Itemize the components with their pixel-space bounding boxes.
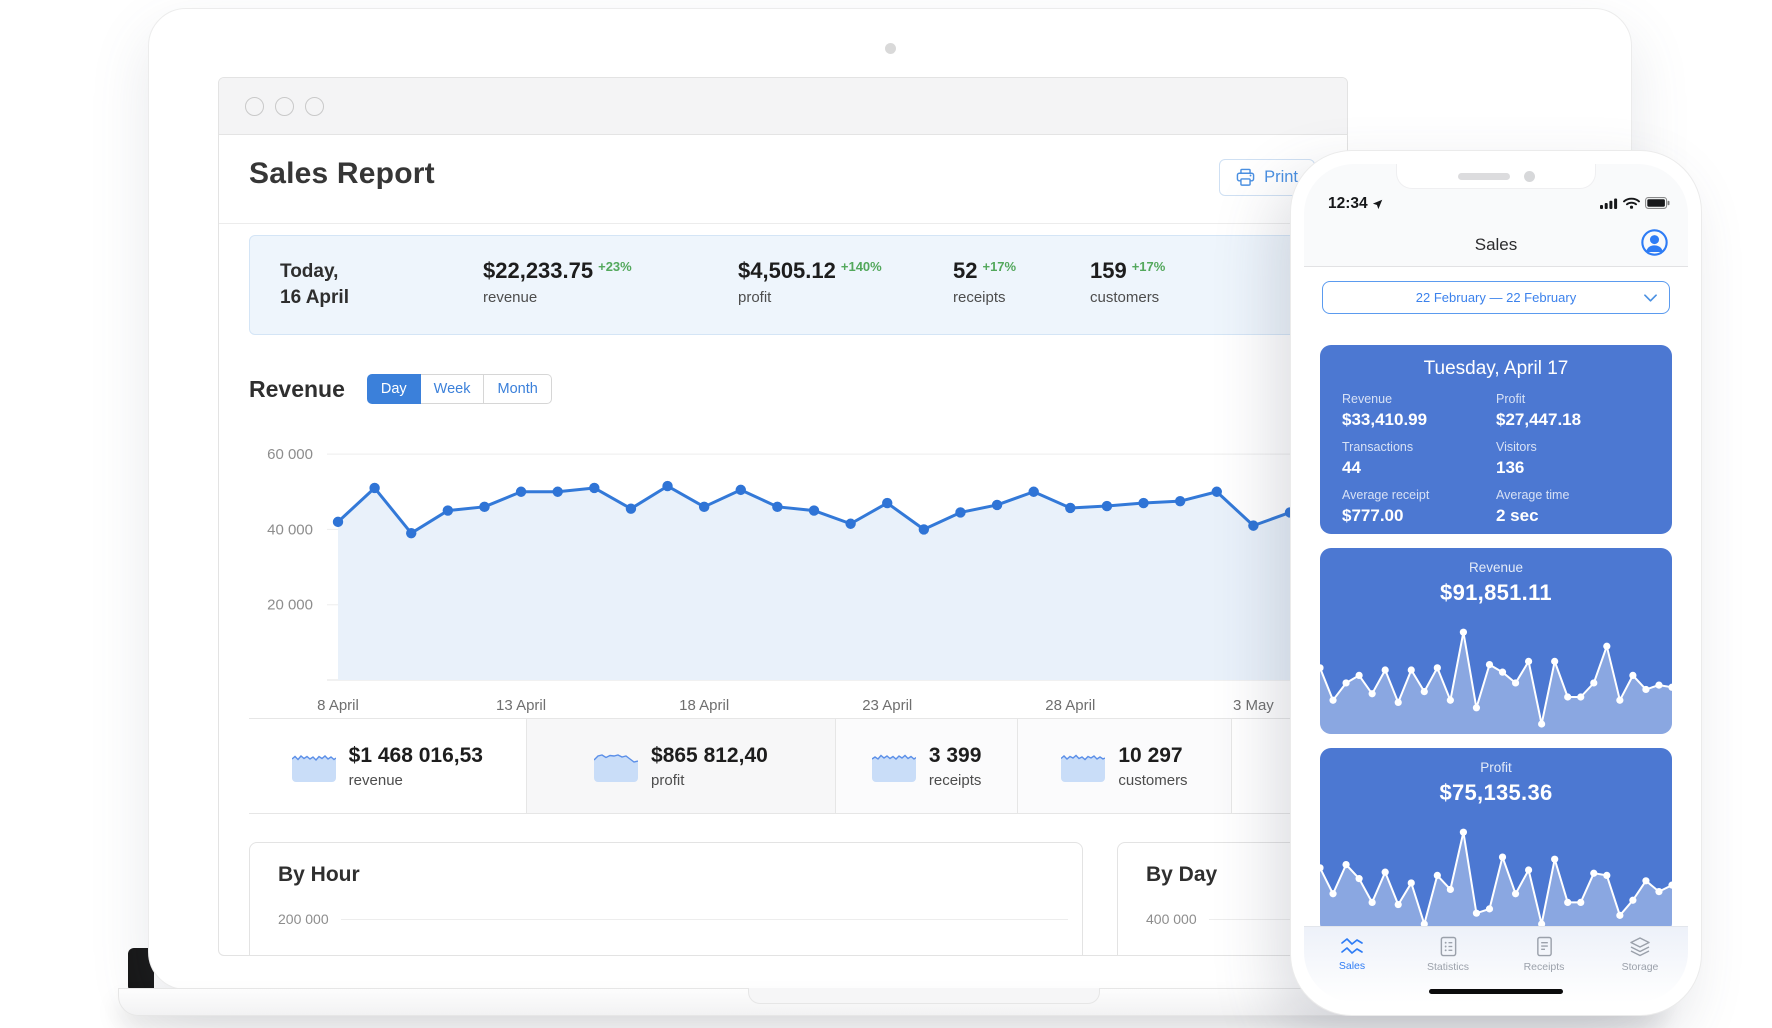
chevron-down-icon bbox=[1644, 294, 1657, 302]
by-hour-card: By Hour 200 000 bbox=[249, 842, 1083, 955]
today-stat-revenue: $22,233.75 +23% revenue bbox=[483, 258, 632, 306]
phone-profit-label: Profit bbox=[1480, 760, 1512, 775]
daily-summary-card: Tuesday, April 17 Revenue $33,410.99 Pro… bbox=[1320, 345, 1672, 534]
revenue-title: Revenue bbox=[249, 375, 345, 402]
svg-text:23 April: 23 April bbox=[862, 697, 912, 714]
today-date: Today, 16 April bbox=[280, 261, 349, 308]
by-hour-axis: 200 000 bbox=[278, 911, 1068, 927]
total-receipts[interactable]: 3 399 receipts bbox=[835, 719, 1018, 813]
sparkline-icon bbox=[594, 754, 639, 782]
storage-layers-icon bbox=[1630, 937, 1650, 957]
phone-revenue-chart bbox=[1320, 628, 1672, 734]
summary-transactions: Transactions 44 bbox=[1342, 440, 1414, 477]
phone-profit-value: $75,135.36 bbox=[1439, 780, 1553, 805]
phone-revenue-card: Revenue $91,851.11 bbox=[1320, 548, 1672, 734]
date-range-button[interactable]: 22 February — 22 February bbox=[1322, 281, 1670, 314]
statistics-icon bbox=[1440, 936, 1456, 957]
svg-text:60 000: 60 000 bbox=[267, 446, 313, 463]
printer-icon bbox=[1236, 168, 1255, 186]
phone-screen: 12:34 Sales 22 February — 22 February Tu… bbox=[1304, 164, 1688, 1002]
summary-revenue: Revenue $33,410.99 bbox=[1342, 392, 1428, 429]
summary-average-receipt: Average receipt $777.00 bbox=[1342, 488, 1430, 525]
receipts-delta: +17% bbox=[982, 259, 1017, 274]
daily-summary-grid: Revenue $33,410.99 Profit $27,447.18 Tra… bbox=[1320, 380, 1672, 526]
by-hour-title: By Hour bbox=[278, 863, 360, 886]
today-summary-bar: Today, 16 April $22,233.75 +23% revenue $… bbox=[249, 235, 1317, 335]
svg-text:40 000: 40 000 bbox=[267, 521, 313, 538]
phone-mockup: 12:34 Sales 22 February — 22 February Tu… bbox=[1290, 150, 1702, 1016]
window-control-maximize[interactable] bbox=[305, 96, 324, 116]
signal-icon bbox=[1600, 198, 1618, 209]
window-control-close[interactable] bbox=[245, 96, 264, 116]
revenue-section-header: Revenue Day Week Month bbox=[249, 374, 552, 404]
today-stat-receipts: 52 +17% receipts bbox=[953, 258, 1017, 306]
phone-nav-title: Sales bbox=[1474, 235, 1518, 254]
totals-row: $1 468 016,53revenue $865 812,40profit bbox=[249, 718, 1317, 814]
svg-text:13 April: 13 April bbox=[496, 697, 546, 714]
svg-text:18 April: 18 April bbox=[679, 697, 729, 714]
front-camera-dot bbox=[1523, 170, 1535, 182]
today-stat-profit: $4,505.12 +140% profit bbox=[738, 258, 882, 306]
svg-text:28 April: 28 April bbox=[1045, 697, 1095, 714]
status-time: 12:34 bbox=[1328, 195, 1383, 213]
phone-revenue-value: $91,851.11 bbox=[1440, 580, 1552, 605]
page-title: Sales Report bbox=[249, 157, 435, 190]
tab-storage[interactable]: Storage bbox=[1592, 927, 1688, 1002]
sparkline-icon bbox=[1061, 754, 1106, 782]
summary-visitors: Visitors 136 bbox=[1496, 440, 1537, 477]
revenue-delta: +23% bbox=[598, 259, 632, 274]
summary-average-time: Average time 2 sec bbox=[1496, 488, 1570, 525]
phone-notch bbox=[1396, 164, 1596, 189]
wifi-icon bbox=[1623, 197, 1640, 209]
browser-window: Sales Report Print Today, 16 April $22,2… bbox=[218, 77, 1348, 956]
page: Sales Report Print Today, 16 April $22,2… bbox=[0, 0, 1772, 1028]
customers-delta: +17% bbox=[1131, 259, 1166, 274]
speaker-slot bbox=[1457, 172, 1510, 180]
receipts-icon bbox=[1536, 936, 1552, 957]
sparkline-icon bbox=[291, 755, 336, 782]
period-toggle: Day Week Month bbox=[366, 374, 552, 404]
by-day-axis: 400 000 bbox=[1146, 911, 1304, 927]
phone-revenue-label: Revenue bbox=[1468, 560, 1524, 575]
tab-sales[interactable]: Sales bbox=[1304, 927, 1400, 1002]
revenue-line-chart: 20 000 40 000 60 000 8 April 13 April 18 Apri… bbox=[267, 446, 1317, 714]
today-stat-customers: 159 +17% customers bbox=[1090, 258, 1166, 306]
svg-text:20 000: 20 000 bbox=[267, 597, 313, 614]
total-revenue[interactable]: $1 468 016,53 revenue bbox=[249, 719, 526, 813]
by-day-card: By Day 400 000 bbox=[1117, 842, 1319, 955]
avatar-icon[interactable] bbox=[1641, 229, 1668, 256]
total-profit[interactable]: $865 812,40 profit bbox=[525, 719, 836, 813]
laptop-camera-dot bbox=[885, 43, 896, 54]
phone-profit-chart bbox=[1320, 828, 1672, 934]
total-customers[interactable]: 10 297 customers bbox=[1017, 719, 1231, 813]
location-arrow-icon bbox=[1372, 199, 1382, 209]
phone-profit-card: Profit $75,135.36 bbox=[1320, 748, 1672, 934]
tab-day[interactable]: Day bbox=[366, 374, 421, 404]
daily-summary-title: Tuesday, April 17 bbox=[1423, 358, 1569, 379]
date-range-label: 22 February — 22 February bbox=[1415, 290, 1577, 305]
home-indicator[interactable] bbox=[1429, 989, 1563, 994]
status-icons bbox=[1600, 197, 1670, 209]
tab-week[interactable]: Week bbox=[420, 374, 485, 404]
svg-text:3 May: 3 May bbox=[1233, 697, 1274, 714]
battery-icon bbox=[1645, 197, 1670, 209]
summary-profit: Profit $27,447.18 bbox=[1496, 392, 1582, 429]
tab-month[interactable]: Month bbox=[484, 374, 552, 404]
profit-delta: +140% bbox=[840, 259, 882, 274]
window-control-minimize[interactable] bbox=[275, 96, 294, 116]
svg-text:8 April: 8 April bbox=[317, 697, 359, 714]
report-header: Sales Report Print bbox=[219, 135, 1347, 224]
sales-chart-icon bbox=[1341, 938, 1363, 954]
window-titlebar bbox=[219, 78, 1347, 135]
sparkline-icon bbox=[871, 754, 916, 782]
laptop-lip bbox=[748, 988, 1100, 1004]
print-label: Print bbox=[1264, 168, 1298, 186]
